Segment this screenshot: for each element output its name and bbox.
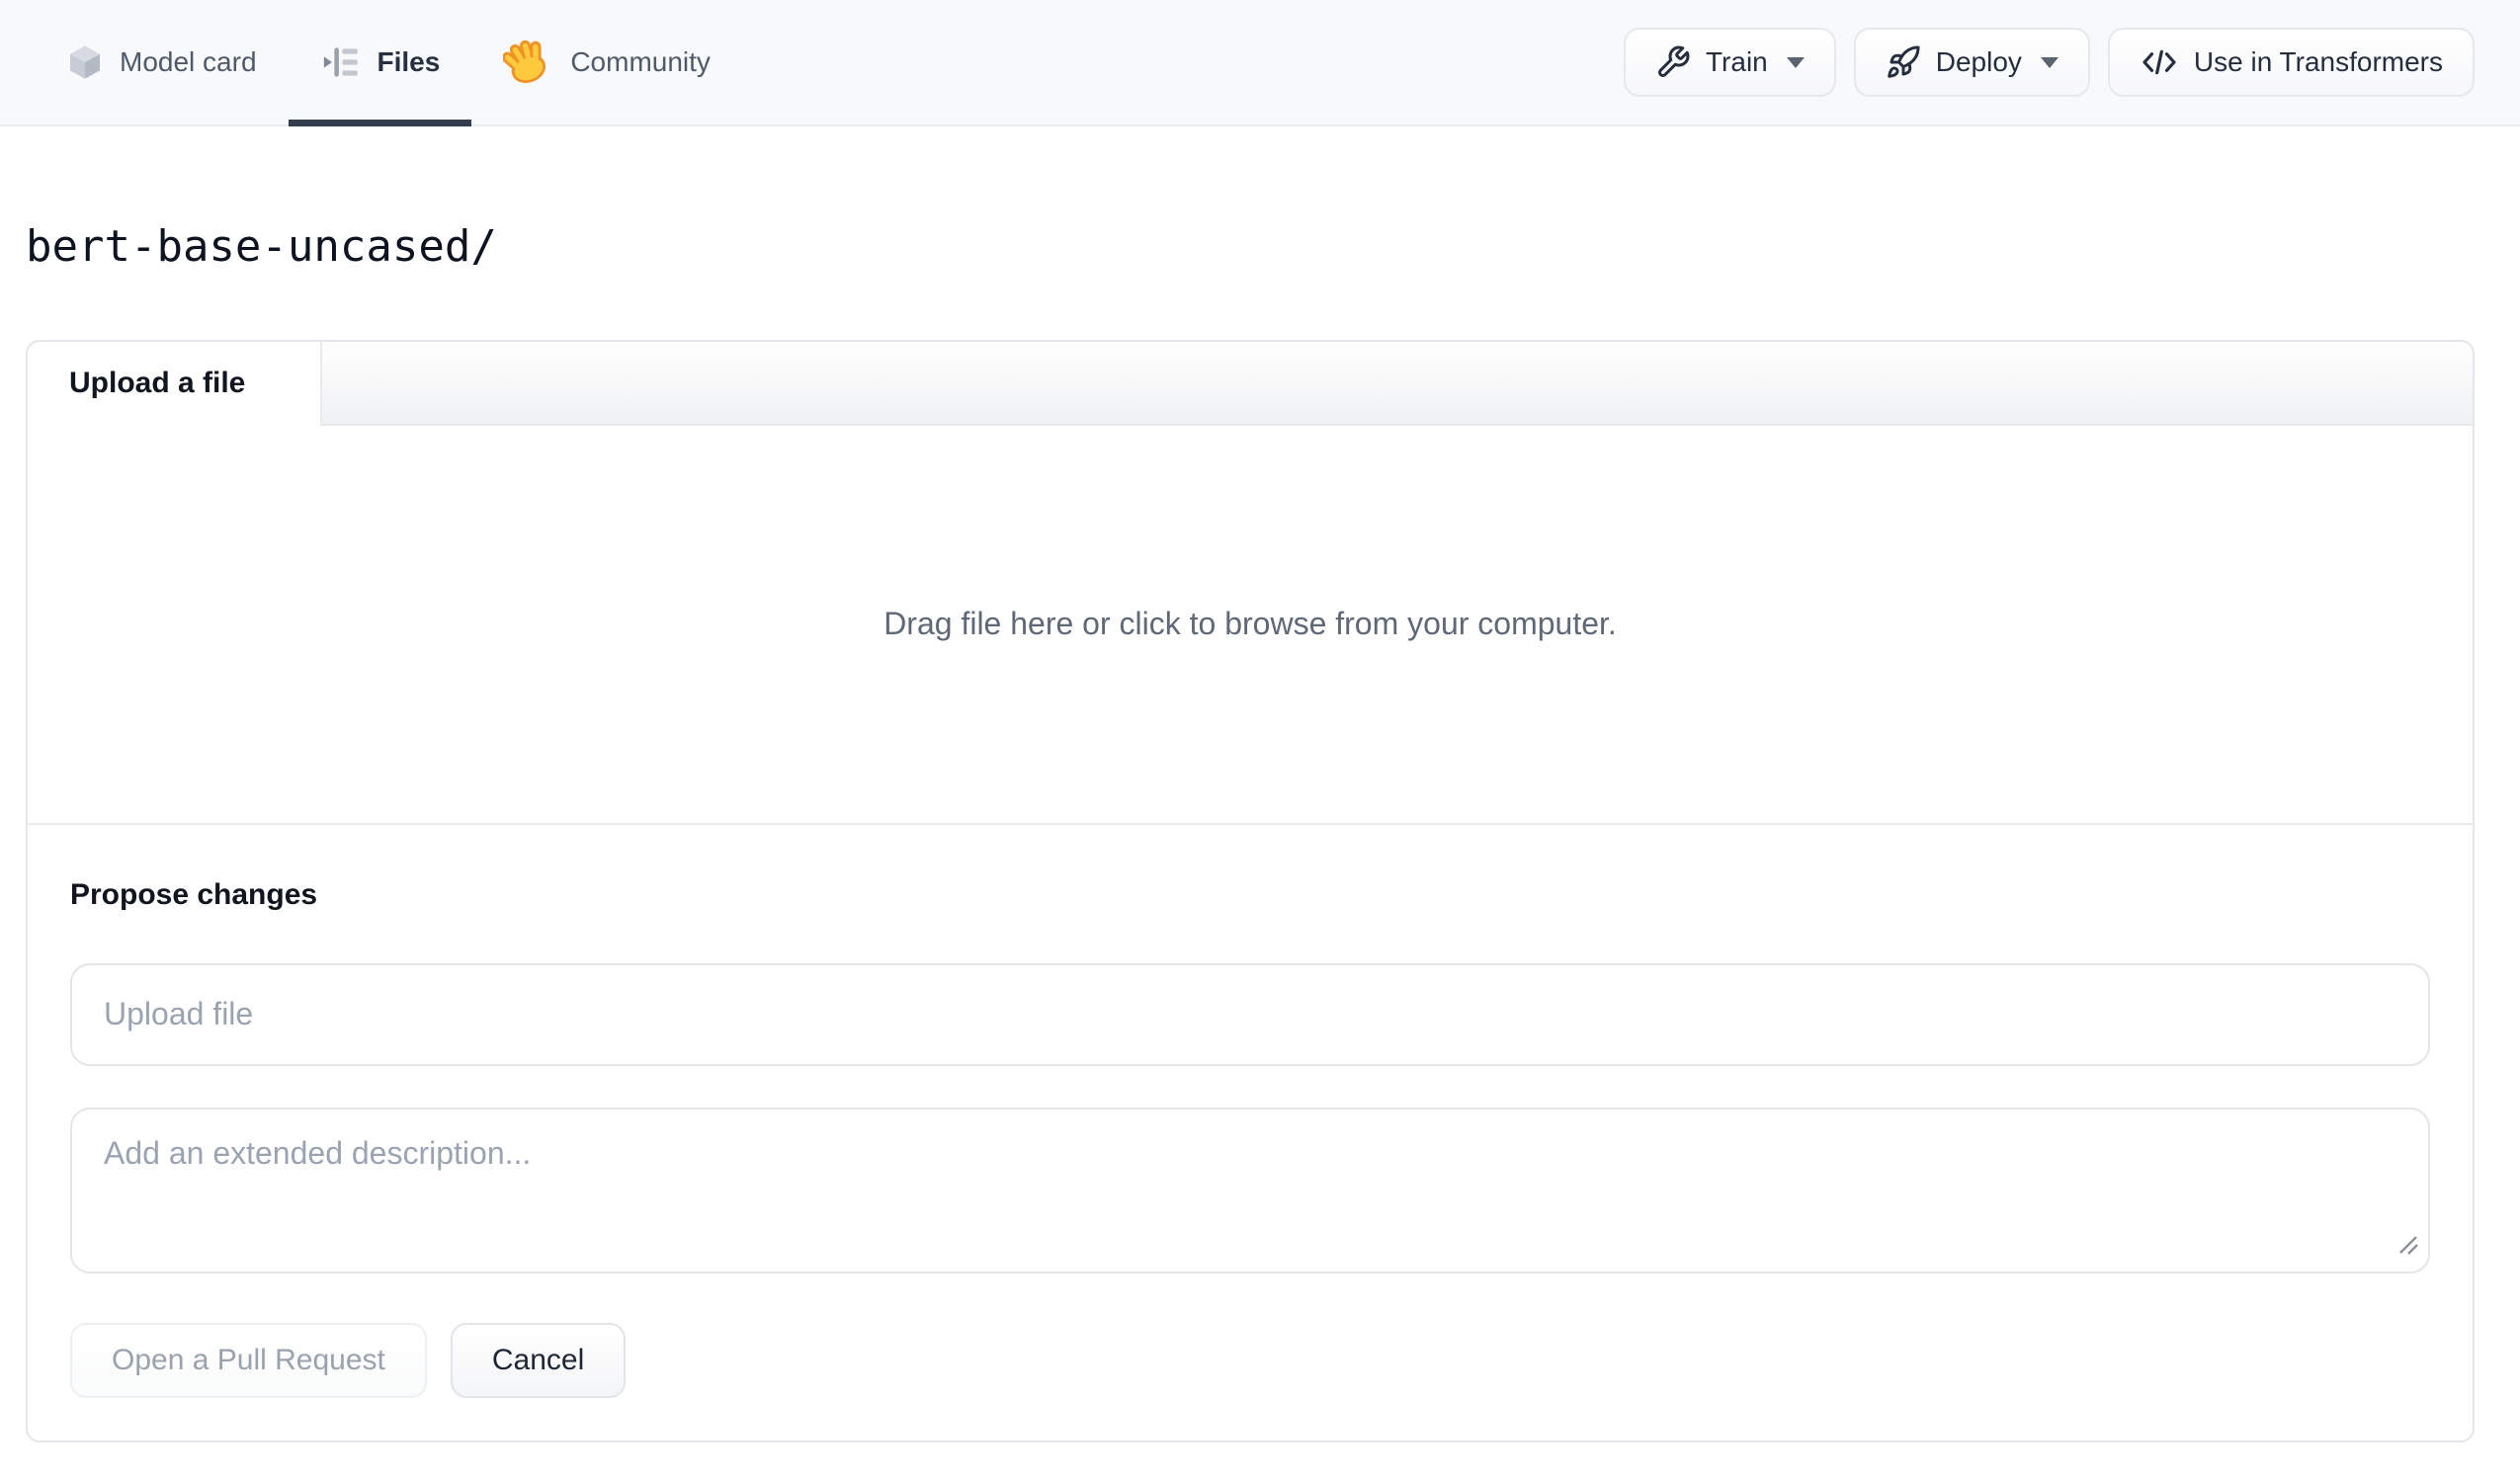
- tab-files[interactable]: Files: [288, 0, 472, 126]
- repo-path-heading: bert-base-uncased/: [26, 221, 497, 272]
- chevron-down-icon: [1786, 56, 1805, 68]
- deploy-button[interactable]: Deploy: [1853, 28, 2090, 97]
- use-in-transformers-label: Use in Transformers: [2193, 46, 2443, 77]
- extended-description-textarea[interactable]: [70, 1107, 2430, 1274]
- propose-changes-heading: Propose changes: [70, 877, 318, 911]
- repo-nav-tabs: Model card Files Community: [35, 0, 742, 126]
- tab-upload-a-file[interactable]: Upload a file: [28, 341, 322, 426]
- tab-upload-a-file-label: Upload a file: [69, 367, 246, 400]
- upload-panel-tabbar: Upload a file: [28, 341, 2473, 426]
- chevron-down-icon: [2040, 56, 2058, 68]
- tab-model-card-label: Model card: [120, 46, 257, 77]
- train-button[interactable]: Train: [1623, 28, 1836, 97]
- tabbar-filler: [322, 341, 2473, 426]
- propose-changes-section: Propose changes Open a Pull Request Canc…: [28, 825, 2473, 1441]
- cube-icon: [66, 43, 104, 81]
- rocket-icon: [1886, 44, 1921, 80]
- description-field-wrap: [70, 1107, 2430, 1274]
- waving-hand-icon: [503, 37, 554, 88]
- use-in-transformers-button[interactable]: Use in Transformers: [2107, 28, 2475, 97]
- tab-files-label: Files: [377, 46, 441, 77]
- code-icon: [2140, 42, 2179, 82]
- dropzone-hint-text: Drag file here or click to browse from y…: [883, 606, 1617, 642]
- upload-file-input[interactable]: [70, 962, 2430, 1066]
- tab-model-card[interactable]: Model card: [35, 0, 289, 124]
- train-button-label: Train: [1705, 46, 1768, 77]
- deploy-button-label: Deploy: [1935, 46, 2022, 77]
- file-dropzone[interactable]: Drag file here or click to browse from y…: [28, 426, 2473, 825]
- upload-panel: Upload a file Drag file here or click to…: [26, 339, 2475, 1442]
- tab-community-label: Community: [570, 46, 711, 77]
- repo-action-buttons: Train Deploy Use in Transformers: [1623, 0, 2475, 124]
- repo-nav: Model card Files Community Train Deploy …: [0, 0, 2520, 126]
- wrench-icon: [1655, 44, 1691, 80]
- files-list-icon: [320, 41, 362, 83]
- open-pull-request-button[interactable]: Open a Pull Request: [70, 1322, 427, 1398]
- tab-community[interactable]: Community: [471, 0, 742, 124]
- propose-actions-row: Open a Pull Request Cancel: [70, 1322, 2430, 1398]
- cancel-button[interactable]: Cancel: [450, 1322, 627, 1398]
